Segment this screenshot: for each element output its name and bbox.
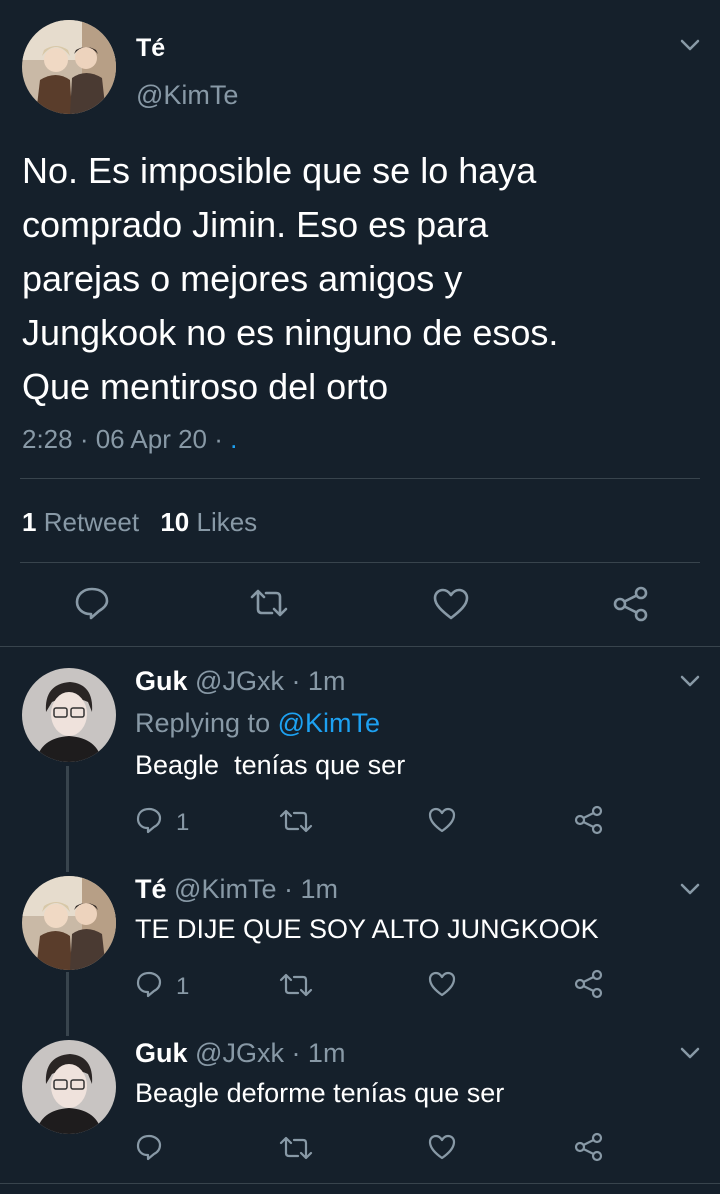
reply-icon[interactable] [135,806,163,834]
thread-line [66,972,69,1036]
reply-count: 1 [176,809,190,836]
likes-stat[interactable]: 10 Likes [160,507,257,537]
source-link[interactable]: . [230,424,237,454]
share-icon[interactable] [574,805,604,835]
replying-prefix: Replying to [135,708,271,738]
avatar-photo-icon [22,20,116,114]
replying-to: Replying to @KimTe [135,708,380,739]
tweet-text: No. Es imposible que se lo haya comprado… [22,144,558,414]
chevron-down-icon[interactable] [679,882,701,896]
retweet-icon[interactable] [278,1135,314,1161]
reply-icon[interactable] [135,970,163,998]
retweet-icon[interactable] [278,972,314,998]
tweet-text-line: comprado Jimin. Eso es para [22,204,489,245]
share-icon[interactable] [574,1132,604,1162]
replying-to-handle[interactable]: @KimTe [278,708,380,738]
reply-header: Té @KimTe · 1m [135,874,338,905]
like-heart-icon[interactable] [432,587,470,621]
retweet-icon[interactable] [278,808,314,834]
avatar-photo-icon [22,1040,116,1134]
display-name[interactable]: Guk [135,1038,188,1068]
divider [20,562,700,563]
avatar-guk[interactable] [22,668,116,762]
avatar-guk[interactable] [22,1040,116,1134]
chevron-down-icon[interactable] [679,38,701,52]
reply-text: Beagle tenías que ser [135,750,406,780]
share-icon[interactable] [574,969,604,999]
reply-icon[interactable] [74,586,110,620]
display-name[interactable]: Guk [135,666,188,696]
retweets-count: 1 [22,507,37,537]
retweet-icon[interactable] [248,588,290,618]
like-heart-icon[interactable] [427,806,457,834]
like-heart-icon[interactable] [427,1133,457,1161]
tweet-text-line: Que mentiroso del orto [22,366,389,407]
avatar-photo-icon [22,876,116,970]
chevron-down-icon[interactable] [679,1046,701,1060]
divider [20,478,700,479]
reply-header: Guk @JGxk · 1m [135,1038,345,1069]
display-name[interactable]: Té [135,874,167,904]
likes-label: Likes [196,507,258,537]
engagement-stats: 1 Retweet 10 Likes [22,507,257,538]
divider [0,1183,720,1184]
divider [0,646,720,647]
tweet-text-line: parejas o mejores amigos y [22,258,463,299]
reply-count: 1 [176,973,190,1000]
handle-time[interactable]: @JGxk · 1m [195,1038,345,1068]
thread-line [66,766,69,872]
retweets-stat[interactable]: 1 Retweet [22,507,146,537]
likes-count: 10 [160,507,190,537]
handle-time[interactable]: @KimTe · 1m [174,874,338,904]
avatar-te[interactable] [22,20,116,114]
reply-icon[interactable] [135,1133,163,1161]
avatar-photo-icon [22,668,116,762]
display-name[interactable]: Té [136,34,165,63]
tweet-text-line: Jungkook no es ninguno de esos. [22,312,559,353]
handle-time[interactable]: @JGxk · 1m [195,666,345,696]
tweet-text-line: No. Es imposible que se lo haya [22,150,537,191]
share-icon[interactable] [612,586,650,622]
reply-text: Beagle deforme tenías que ser [135,1078,505,1108]
retweets-label: Retweet [43,507,140,537]
reply-header: Guk @JGxk · 1m [135,666,345,697]
reply-text: TE DIJE QUE SOY ALTO JUNGKOOK [135,914,599,944]
handle[interactable]: @KimTe [136,80,238,111]
timestamp-text: 2:28 · 06 Apr 20 · [22,424,223,454]
like-heart-icon[interactable] [427,970,457,998]
avatar-te[interactable] [22,876,116,970]
tweet-timestamp[interactable]: 2:28 · 06 Apr 20 · . [22,424,237,455]
chevron-down-icon[interactable] [679,674,701,688]
